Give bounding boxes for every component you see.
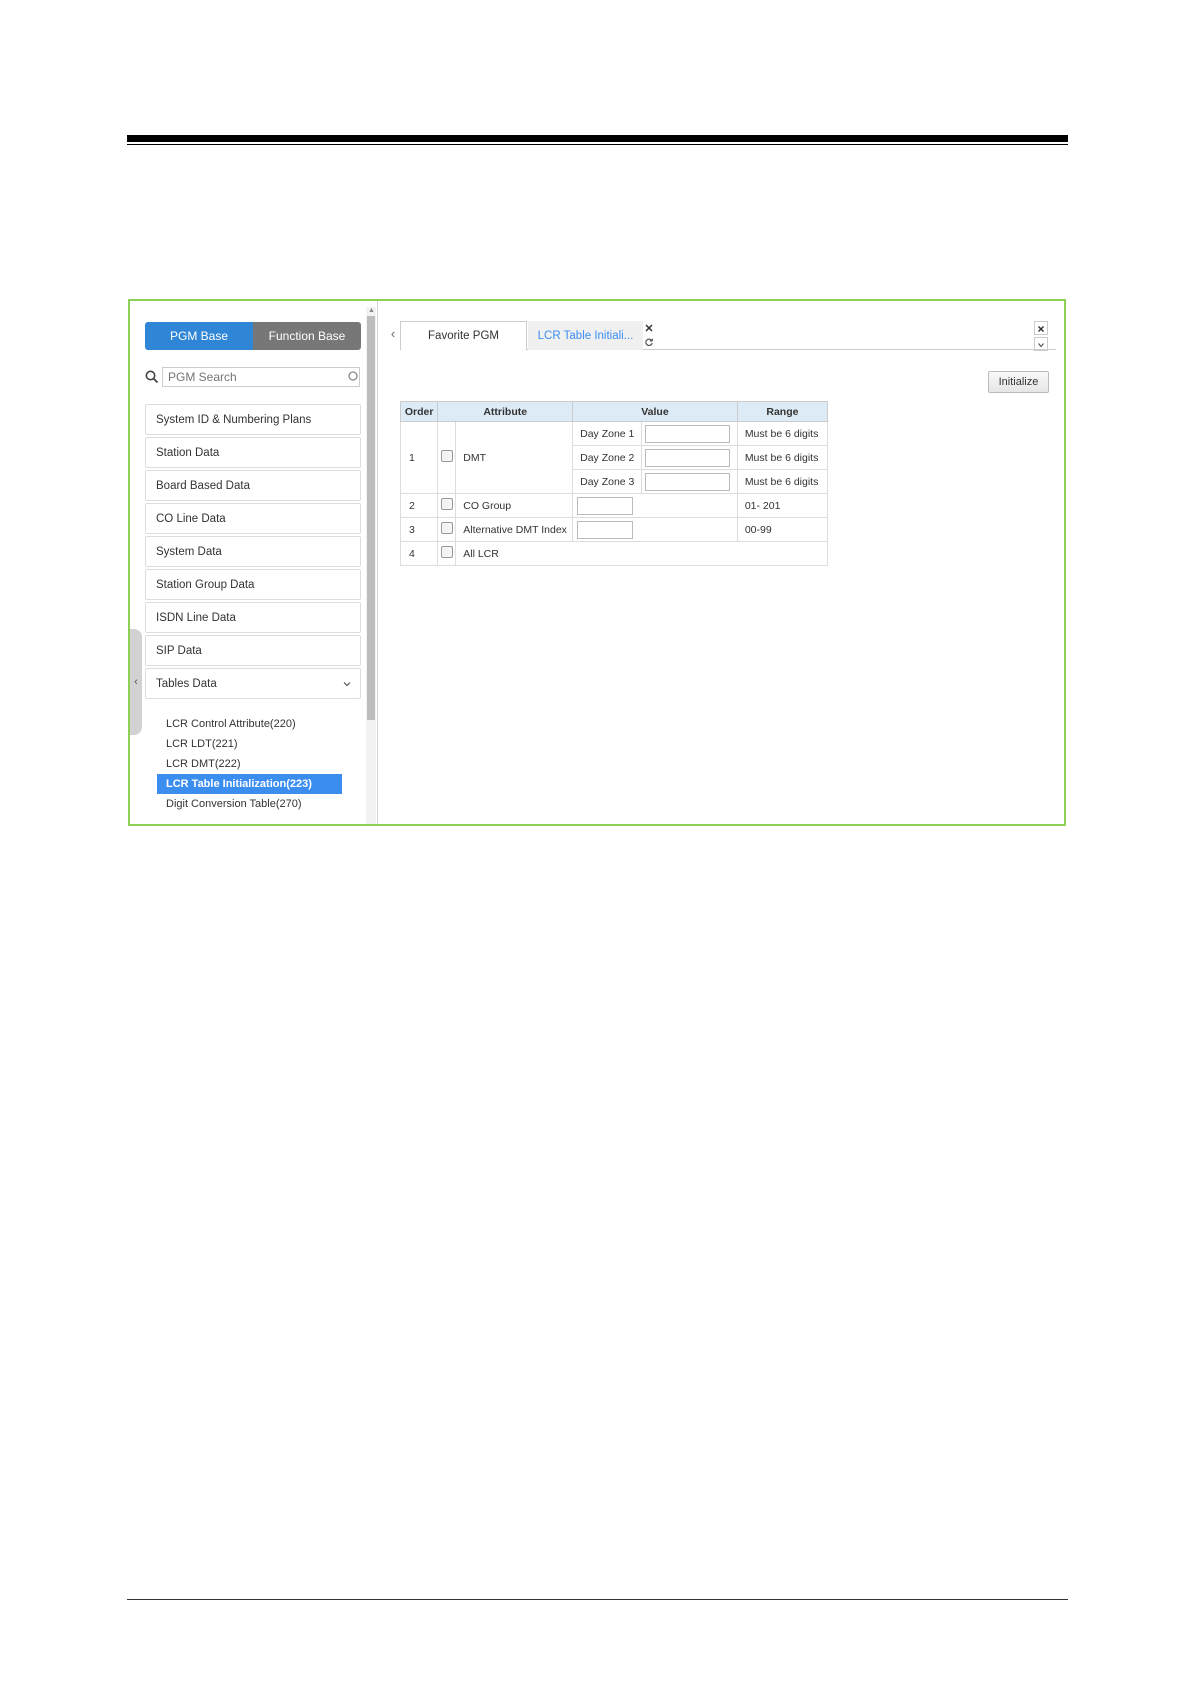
checkbox-cell: [437, 493, 457, 518]
scroll-thumb[interactable]: [367, 316, 375, 720]
chevron-down-icon: [343, 682, 351, 687]
submenu-item-lcr-ldt[interactable]: LCR LDT(221): [145, 734, 361, 754]
menu-item-station-data[interactable]: Station Data: [145, 437, 361, 468]
day-zone-label: Day Zone 2: [572, 445, 642, 470]
range-cell: Must be 6 digits: [736, 445, 829, 470]
table-header-row: Order Attribute Value Range: [399, 401, 829, 422]
range-cell: 00-99: [736, 517, 829, 542]
menu-item-system-data[interactable]: System Data: [145, 536, 361, 567]
clear-search-icon[interactable]: [348, 371, 358, 381]
table-row-dmt: 1 DMT Day Zone 1 Must be 6 digits: [399, 421, 829, 494]
search-row: [144, 367, 362, 387]
chevron-down-icon: [1038, 343, 1044, 348]
checkbox-cell: [437, 541, 457, 566]
header-order: Order: [399, 401, 439, 422]
value-cell: [572, 493, 738, 518]
menu-item-co-line-data[interactable]: CO Line Data: [145, 503, 361, 534]
value-cell: [640, 421, 738, 446]
mode-toggle: PGM Base Function Base: [145, 322, 361, 350]
sidebar: PGM Base Function Base System ID & Numbe…: [130, 301, 380, 824]
alt-dmt-index-input[interactable]: [577, 520, 634, 539]
tab-lcr-table-initialization[interactable]: LCR Table Initiali...: [528, 321, 643, 350]
menu-item-isdn-line-data[interactable]: ISDN Line Data: [145, 602, 361, 633]
pgm-base-button[interactable]: PGM Base: [145, 322, 253, 350]
scroll-up-arrow-icon[interactable]: ▲: [368, 307, 375, 314]
checkbox-cell: [437, 421, 457, 494]
value-cell: [640, 469, 738, 494]
checkbox-cell: [437, 517, 457, 542]
lcr-init-table: Order Attribute Value Range 1 DMT Day Zo…: [399, 401, 829, 566]
screenshot-frame: PGM Base Function Base System ID & Numbe…: [128, 299, 1066, 826]
menu-item-station-group-data[interactable]: Station Group Data: [145, 569, 361, 600]
day-zone-2-input[interactable]: [644, 448, 730, 467]
close-icon: [1038, 326, 1044, 332]
tab-list-dropdown-button[interactable]: [1034, 337, 1048, 351]
dmt-checkbox[interactable]: [440, 450, 453, 462]
tab-scroll-left-icon[interactable]: ‹: [385, 325, 401, 341]
tab-favorite-pgm[interactable]: Favorite PGM: [400, 321, 527, 350]
menu-item-system-id-numbering-plans[interactable]: System ID & Numbering Plans: [145, 404, 361, 435]
footer-rule: [127, 1599, 1068, 1600]
sidebar-scrollbar[interactable]: ▲: [366, 307, 376, 824]
day-zone-label: Day Zone 3: [572, 469, 642, 494]
table-row-all-lcr: 4 All LCR: [399, 541, 828, 566]
collapse-sidebar-handle[interactable]: ‹: [130, 629, 142, 735]
co-group-input[interactable]: [577, 496, 634, 515]
value-cell: [640, 445, 738, 470]
range-cell: 01- 201: [736, 493, 829, 518]
range-cell: Must be 6 digits: [736, 469, 829, 494]
alt-dmt-checkbox[interactable]: [440, 522, 453, 534]
initialize-button[interactable]: Initialize: [988, 371, 1049, 393]
header-range: Range: [736, 401, 829, 422]
menu-item-sip-data[interactable]: SIP Data: [145, 635, 361, 666]
search-icon: [145, 370, 159, 384]
submenu-item-digit-conversion-table[interactable]: Digit Conversion Table(270): [145, 794, 361, 814]
order-cell: 1: [399, 421, 439, 494]
menu-item-board-based-data[interactable]: Board Based Data: [145, 470, 361, 501]
pgm-search-input[interactable]: [162, 367, 360, 387]
attribute-cell: CO Group: [455, 493, 574, 518]
day-zone-3-input[interactable]: [644, 472, 730, 491]
table-row-alt-dmt: 3 Alternative DMT Index 00-99: [399, 517, 829, 542]
attribute-cell: DMT: [455, 421, 574, 494]
submenu-item-lcr-table-initialization[interactable]: LCR Table Initialization(223): [157, 774, 342, 794]
table-row-co-group: 2 CO Group 01- 201: [399, 493, 829, 518]
menu-list: System ID & Numbering Plans Station Data…: [145, 404, 361, 701]
close-all-tabs-button[interactable]: [1034, 321, 1048, 335]
value-cell: [572, 517, 738, 542]
day-zone-label: Day Zone 1: [572, 421, 642, 446]
all-lcr-checkbox[interactable]: [440, 546, 453, 558]
order-cell: 2: [399, 493, 439, 518]
attribute-cell: All LCR: [455, 541, 828, 566]
header-value: Value: [572, 401, 738, 422]
header-rule-thin: [127, 144, 1068, 145]
sidebar-divider: [377, 301, 378, 824]
order-cell: 3: [399, 517, 439, 542]
submenu-item-lcr-dmt[interactable]: LCR DMT(222): [145, 754, 361, 774]
menu-item-tables-data[interactable]: Tables Data: [145, 668, 361, 699]
header-rule-thick: [127, 135, 1068, 142]
close-tab-icon[interactable]: [644, 323, 654, 333]
attribute-cell: Alternative DMT Index: [455, 517, 574, 542]
header-attribute: Attribute: [437, 401, 574, 422]
chevron-left-icon: ‹: [134, 676, 138, 688]
refresh-icon[interactable]: [644, 337, 654, 347]
range-cell: Must be 6 digits: [736, 421, 829, 446]
function-base-button[interactable]: Function Base: [253, 322, 361, 350]
day-zone-1-input[interactable]: [644, 424, 730, 443]
submenu-item-lcr-control-attribute[interactable]: LCR Control Attribute(220): [145, 714, 361, 734]
co-group-checkbox[interactable]: [440, 498, 453, 510]
tables-data-submenu: LCR Control Attribute(220) LCR LDT(221) …: [145, 714, 361, 824]
order-cell: 4: [399, 541, 439, 566]
